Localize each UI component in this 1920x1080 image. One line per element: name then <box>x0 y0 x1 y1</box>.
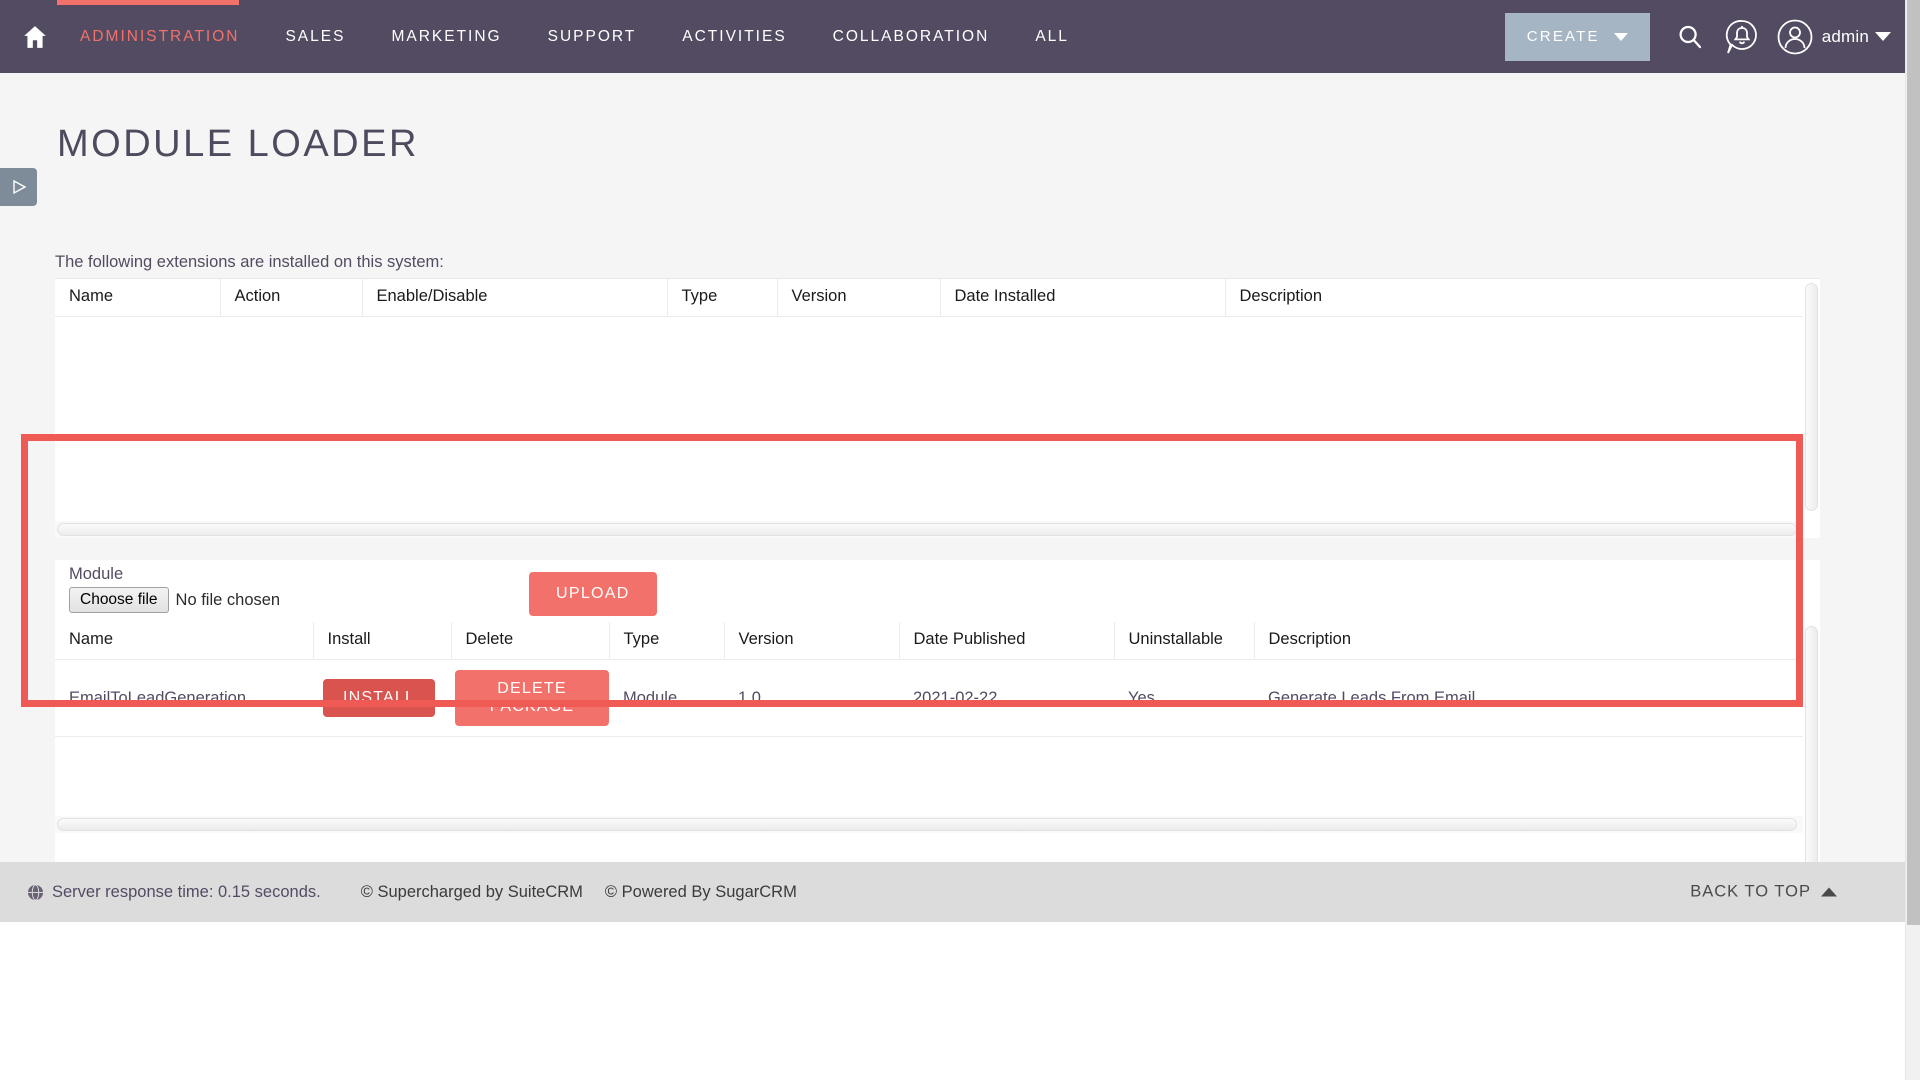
choose-file-button[interactable]: Choose file <box>69 587 169 613</box>
cell-date-published: 2021-02-22 <box>899 659 1114 737</box>
table-header-row: Name Install Delete Type Version Date Pu… <box>55 622 1820 660</box>
user-name-label: admin <box>1821 26 1869 46</box>
cell-uninstallable: Yes <box>1114 659 1254 737</box>
installed-table-horizontal-scrollbar[interactable] <box>55 521 1803 538</box>
cell-delete-action: DELETE PACKAGE <box>451 659 609 737</box>
col-header-type: Type <box>609 622 725 660</box>
sidebar-toggle-button[interactable] <box>0 168 37 206</box>
search-button[interactable] <box>1670 22 1710 52</box>
upload-form-row: Module Choose file No file chosen UPLOAD <box>55 560 1820 622</box>
scrollbar-thumb[interactable] <box>1907 0 1920 925</box>
col-header-install: Install <box>313 622 452 660</box>
user-avatar-icon <box>1777 19 1813 54</box>
scrollbar-thumb[interactable] <box>1805 283 1818 511</box>
search-icon <box>1679 25 1701 48</box>
supercharged-by-label: © Supercharged by SuiteCRM <box>360 882 583 901</box>
col-header-date-published: Date Published <box>899 622 1115 660</box>
nav-item-activities[interactable]: ACTIVITIES <box>659 28 809 46</box>
col-header-description: Description <box>1254 622 1820 660</box>
table-header-row: Name Action Enable/Disable Type Version … <box>55 279 1820 317</box>
col-header-enable-disable: Enable/Disable <box>362 279 668 317</box>
chevron-up-icon <box>1821 887 1837 897</box>
chevron-down-icon <box>1613 32 1628 41</box>
nav-item-marketing[interactable]: MARKETING <box>368 28 524 46</box>
packages-table-horizontal-scrollbar[interactable] <box>55 816 1803 833</box>
create-button-label: CREATE <box>1526 28 1600 45</box>
col-header-delete: Delete <box>451 622 610 660</box>
user-menu-button[interactable] <box>1772 18 1818 56</box>
col-header-date-installed: Date Installed <box>940 279 1226 317</box>
navbar-right-actions: CREATE admin <box>1504 0 1891 73</box>
packages-table-vertical-scrollbar[interactable] <box>1803 622 1820 878</box>
upload-button[interactable]: UPLOAD <box>529 572 657 616</box>
main-content: MODULE LOADER The following extensions a… <box>0 73 1905 880</box>
footer-left-group: Server response time: 0.15 seconds. © Su… <box>27 883 797 902</box>
home-button[interactable] <box>0 24 57 50</box>
file-input-group[interactable]: Choose file No file chosen <box>69 587 280 613</box>
back-to-top-button[interactable]: BACK TO TOP <box>1690 883 1837 902</box>
module-upload-panel: Module Choose file No file chosen UPLOAD <box>55 560 1820 880</box>
nav-item-all[interactable]: ALL <box>1012 28 1092 46</box>
col-header-name: Name <box>55 622 314 660</box>
cell-package-name: EmailToLeadGeneration <box>55 659 313 737</box>
page-footer: Server response time: 0.15 seconds. © Su… <box>0 862 1905 922</box>
nav-item-collaboration[interactable]: COLLABORATION <box>810 28 1013 46</box>
notifications-button[interactable] <box>1718 17 1766 57</box>
globe-icon <box>27 883 44 901</box>
file-name-text: No file chosen <box>175 590 281 609</box>
nav-item-support[interactable]: SUPPORT <box>525 28 660 46</box>
installed-extensions-panel: Name Action Enable/Disable Type Version … <box>55 278 1820 538</box>
install-button[interactable]: INSTALL <box>323 679 436 717</box>
page-vertical-scrollbar[interactable] <box>1905 0 1920 1080</box>
nav-item-administration[interactable]: ADMINISTRATION <box>57 28 262 46</box>
col-header-type: Type <box>667 279 778 317</box>
page-bottom-area <box>0 922 1905 1080</box>
table-row: EmailToLeadGeneration INSTALL DELETE PAC… <box>55 659 1820 737</box>
cell-version: 1.0 <box>724 659 899 737</box>
user-chevron-down-icon[interactable] <box>1875 32 1891 41</box>
active-tab-accent <box>57 0 239 5</box>
server-response-time: Server response time: 0.15 seconds. <box>52 882 321 901</box>
col-header-version: Version <box>724 622 900 660</box>
create-button[interactable]: CREATE <box>1504 12 1650 61</box>
cell-type: Module <box>609 659 724 737</box>
installed-table-vertical-scrollbar[interactable] <box>1803 279 1820 515</box>
powered-by-label: © Powered By SugarCRM <box>604 882 797 901</box>
play-triangle-icon <box>12 179 26 195</box>
col-header-uninstallable: Uninstallable <box>1114 622 1255 660</box>
scrollbar-thumb[interactable] <box>1805 626 1818 874</box>
installed-extensions-table: Name Action Enable/Disable Type Version … <box>55 279 1820 317</box>
delete-package-button[interactable]: DELETE PACKAGE <box>455 670 609 726</box>
cell-install-action: INSTALL <box>313 659 451 737</box>
page-subtitle: The following extensions are installed o… <box>55 253 444 271</box>
back-to-top-label: BACK TO TOP <box>1690 882 1811 901</box>
app-root: ADMINISTRATION SALES MARKETING SUPPORT A… <box>0 0 1920 1080</box>
top-navigation-bar: ADMINISTRATION SALES MARKETING SUPPORT A… <box>0 0 1905 73</box>
page-title: MODULE LOADER <box>57 123 419 165</box>
main-menu: ADMINISTRATION SALES MARKETING SUPPORT A… <box>57 28 1092 46</box>
module-field-label: Module <box>69 565 124 583</box>
notification-bell-icon <box>1725 19 1757 53</box>
nav-item-sales[interactable]: SALES <box>262 28 368 46</box>
packages-table-body: EmailToLeadGeneration INSTALL DELETE PAC… <box>55 659 1820 737</box>
col-header-version: Version <box>777 279 941 317</box>
scrollbar-thumb[interactable] <box>57 523 1797 536</box>
packages-table: Name Install Delete Type Version Date Pu… <box>55 622 1820 737</box>
col-header-description: Description <box>1225 279 1820 317</box>
home-icon <box>23 25 46 48</box>
scrollbar-thumb[interactable] <box>57 818 1797 831</box>
col-header-action: Action <box>220 279 363 317</box>
cell-description: Generate Leads From Email <box>1254 659 1820 737</box>
col-header-name: Name <box>55 279 221 317</box>
